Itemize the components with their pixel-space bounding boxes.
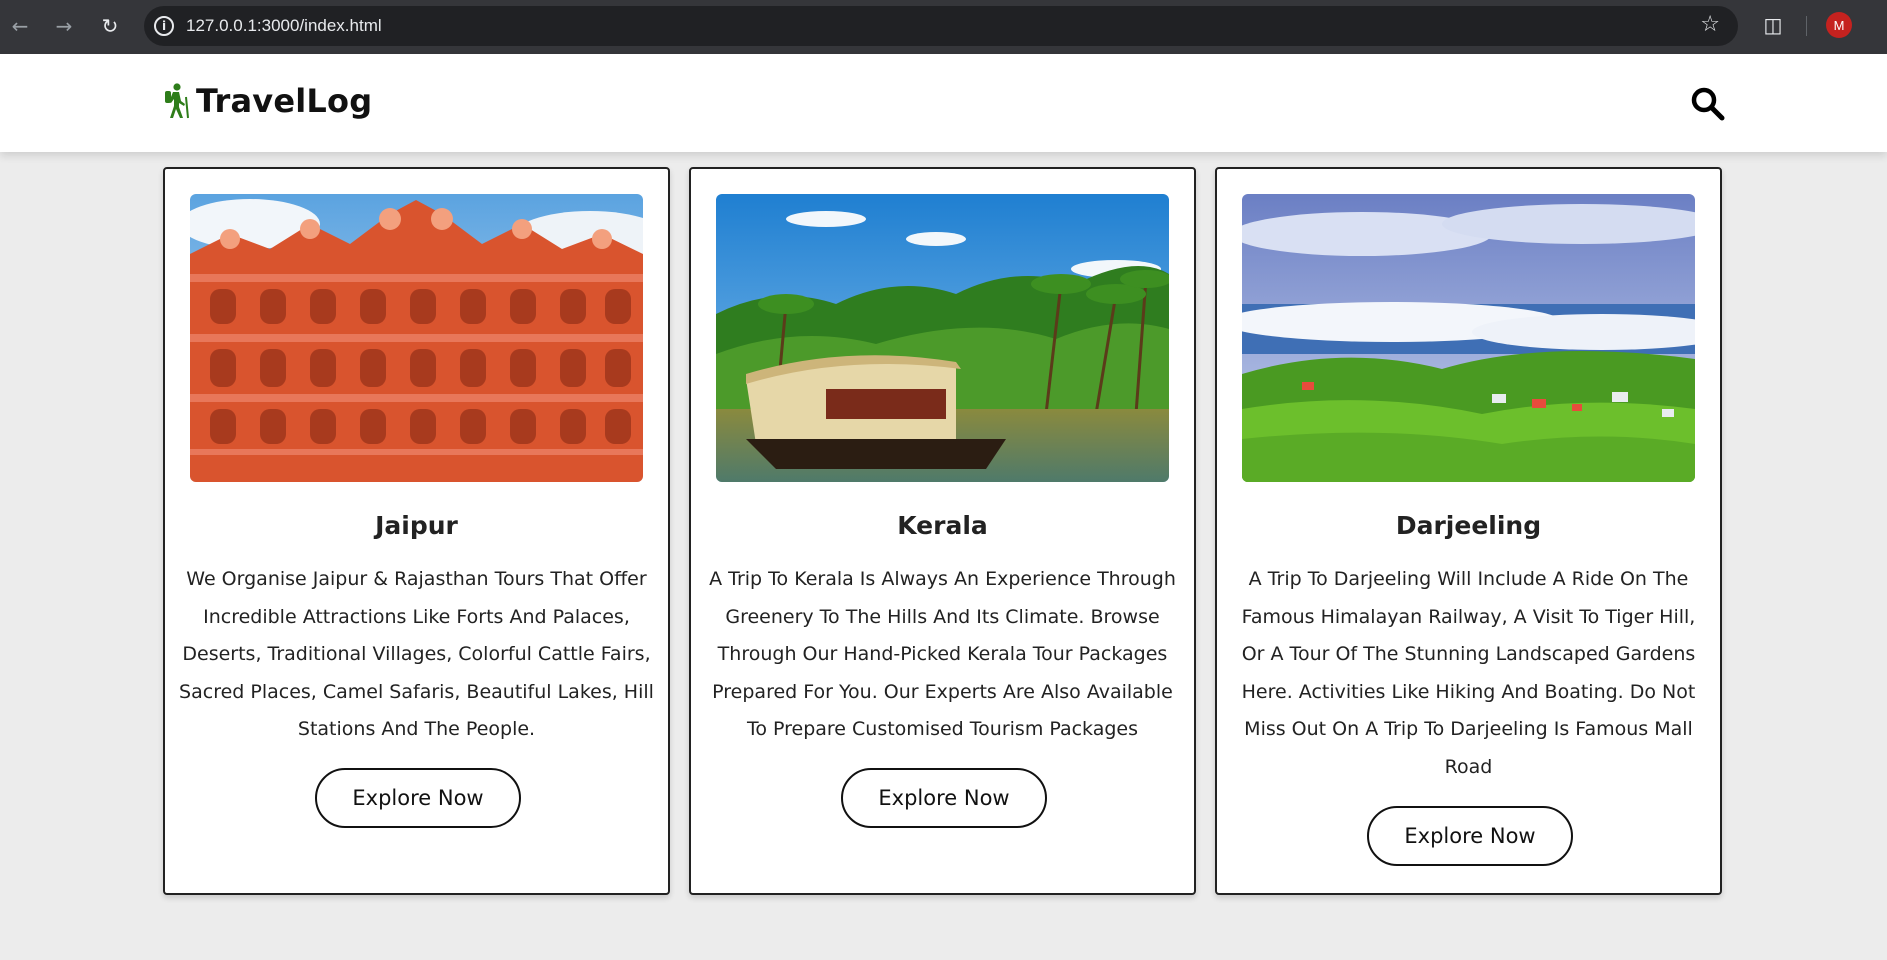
- explore-now-button[interactable]: Explore Now: [1367, 806, 1573, 866]
- card-title: Kerala: [897, 511, 988, 540]
- address-bar[interactable]: i 127.0.0.1:3000/index.html ☆: [144, 6, 1738, 46]
- hawa-mahal-photo: [190, 194, 643, 482]
- brand-logo[interactable]: TravelLog: [162, 82, 372, 120]
- card-description: A Trip To Darjeeling Will Include A Ride…: [1241, 568, 1696, 778]
- card-title: Jaipur: [375, 511, 458, 540]
- darjeeling-hills-photo: [1242, 194, 1695, 482]
- bookmark-star-icon[interactable]: ☆: [1700, 12, 1720, 37]
- destination-cards: Jaipur We Organise Jaipur & Rajasthan To…: [163, 167, 1723, 895]
- card-kerala: Kerala A Trip To Kerala Is Always An Exp…: [689, 167, 1196, 895]
- reload-icon[interactable]: ↻: [90, 6, 130, 46]
- explore-now-button[interactable]: Explore Now: [841, 768, 1047, 828]
- extensions-icon[interactable]: ◫: [1760, 12, 1786, 38]
- site-header: TravelLog: [0, 54, 1887, 152]
- site-info-icon[interactable]: i: [154, 16, 174, 36]
- profile-avatar[interactable]: M: [1826, 12, 1852, 38]
- brand-name: TravelLog: [196, 82, 373, 120]
- url-text[interactable]: 127.0.0.1:3000/index.html: [186, 16, 382, 36]
- kerala-houseboat-photo: [716, 194, 1169, 482]
- card-description: We Organise Jaipur & Rajasthan Tours Tha…: [179, 568, 654, 741]
- card-darjeeling: Darjeeling A Trip To Darjeeling Will Inc…: [1215, 167, 1722, 895]
- card-description: A Trip To Kerala Is Always An Experience…: [709, 568, 1176, 741]
- card-jaipur: Jaipur We Organise Jaipur & Rajasthan To…: [163, 167, 670, 895]
- forward-icon[interactable]: →: [44, 6, 84, 46]
- search-icon[interactable]: [1690, 86, 1726, 122]
- back-icon[interactable]: ←: [0, 6, 40, 46]
- explore-now-button[interactable]: Explore Now: [315, 768, 521, 828]
- browser-toolbar: ← → ↻ i 127.0.0.1:3000/index.html ☆ ◫ M: [0, 0, 1887, 54]
- card-title: Darjeeling: [1395, 511, 1542, 540]
- toolbar-divider: [1806, 16, 1807, 36]
- hiker-icon: [165, 83, 189, 119]
